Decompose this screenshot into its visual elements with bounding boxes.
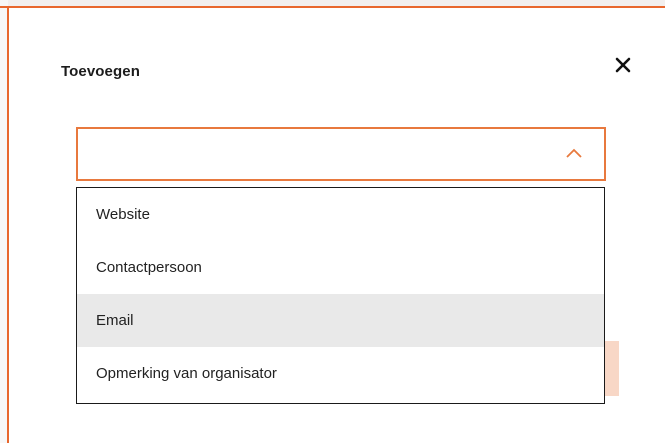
chevron-up-icon <box>566 148 582 158</box>
option-contactpersoon[interactable]: Contactpersoon <box>77 241 604 294</box>
option-website[interactable]: Website <box>77 188 604 241</box>
hidden-submit-button-edge <box>603 341 619 396</box>
type-select[interactable] <box>76 127 606 181</box>
option-opmerking-van-organisator[interactable]: Opmerking van organisator <box>77 347 604 400</box>
close-icon <box>615 57 631 73</box>
close-button[interactable] <box>608 50 638 80</box>
option-email[interactable]: Email <box>77 294 604 347</box>
dialog-title: Toevoegen <box>61 63 140 80</box>
add-dialog: Toevoegen Website Contactpersoon Email O… <box>9 8 665 443</box>
type-dropdown-list: Website Contactpersoon Email Opmerking v… <box>76 187 605 404</box>
page: Toevoegen Website Contactpersoon Email O… <box>0 0 665 443</box>
